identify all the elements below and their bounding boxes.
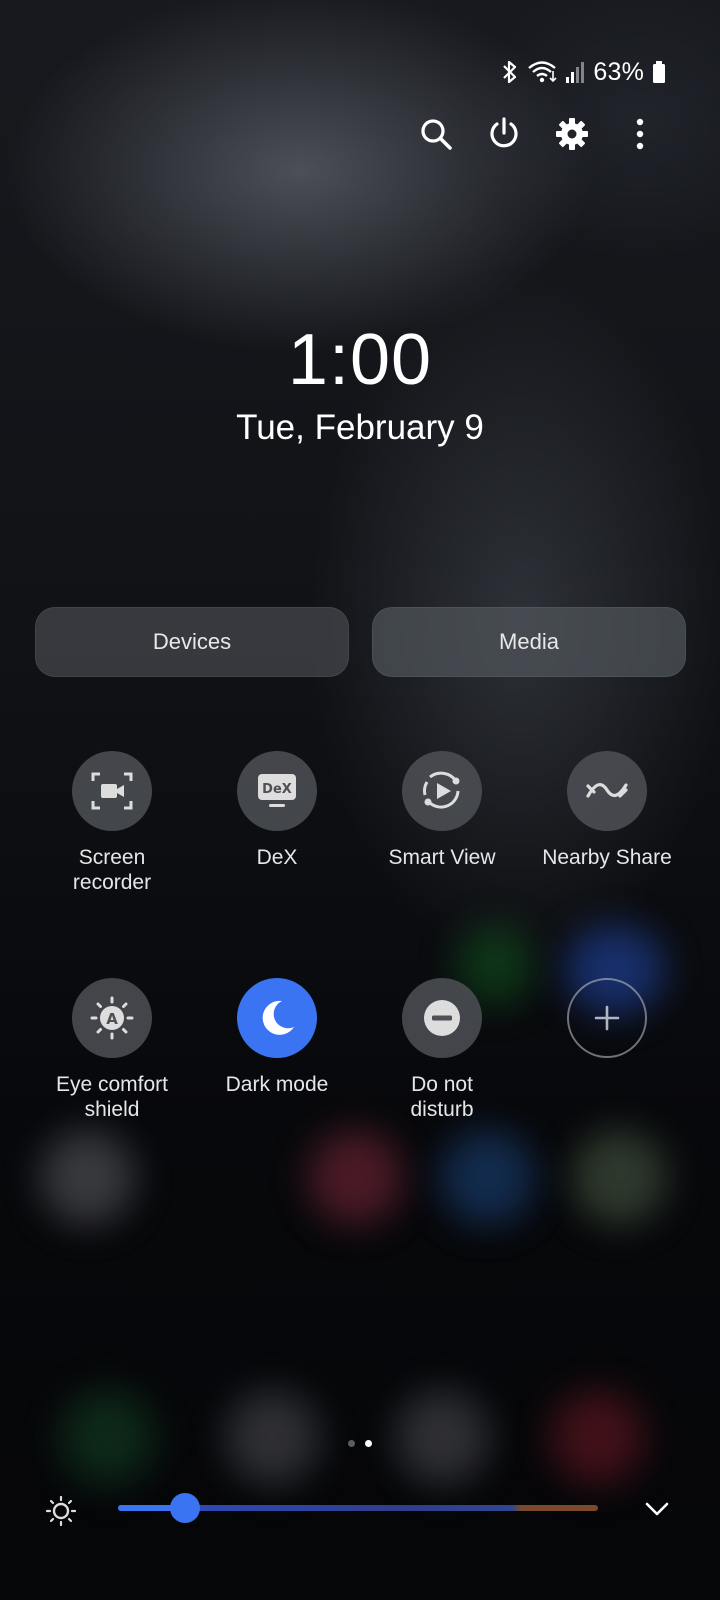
eye-comfort-icon: A — [72, 978, 152, 1058]
screen-recorder-icon — [72, 751, 152, 831]
clock-time: 1:00 — [287, 320, 433, 400]
tile-label: Nearby Share — [542, 846, 672, 869]
tile-do-not-disturb[interactable]: Do not disturb — [362, 978, 522, 1122]
nearby-share-icon — [567, 751, 647, 831]
bluetooth-icon — [501, 59, 519, 85]
do-not-disturb-icon — [402, 978, 482, 1058]
tile-label: Screen recorder — [72, 846, 152, 894]
tile-label: Do not disturb — [410, 1073, 474, 1121]
brightness-icon — [45, 1495, 77, 1527]
page-dot — [348, 1440, 355, 1447]
tile-dark-mode[interactable]: Dark mode — [197, 978, 357, 1097]
panel-actions — [414, 112, 676, 156]
gear-icon[interactable] — [550, 112, 594, 156]
tile-label: Smart View — [388, 846, 496, 869]
dex-icon: DeX — [237, 751, 317, 831]
tile-eye-comfort-shield[interactable]: A Eye comfort shield — [32, 978, 192, 1122]
more-vert-icon[interactable] — [618, 112, 662, 156]
tile-add[interactable] — [527, 978, 687, 1058]
battery-percentage: 63% — [593, 57, 644, 86]
add-icon — [567, 978, 647, 1058]
smart-view-icon — [402, 751, 482, 831]
wifi-icon — [527, 59, 557, 85]
devices-button[interactable]: Devices — [35, 607, 349, 677]
page-indicator — [348, 1440, 372, 1447]
search-icon[interactable] — [414, 112, 458, 156]
moon-icon — [237, 978, 317, 1058]
brightness-slider-thumb[interactable] — [170, 1493, 201, 1523]
clock-date: Tue, February 9 — [236, 408, 484, 447]
status-bar: 63% — [501, 52, 666, 92]
chevron-down-icon[interactable] — [642, 1494, 672, 1524]
power-icon[interactable] — [482, 112, 526, 156]
page-dot-current — [365, 1440, 372, 1447]
svg-text:DeX: DeX — [262, 782, 292, 797]
tile-label: Dark mode — [225, 1073, 329, 1096]
media-button[interactable]: Media — [372, 607, 686, 677]
tile-dex[interactable]: DeX DeX — [197, 751, 357, 870]
signal-icon — [565, 60, 585, 84]
svg-text:A: A — [106, 1010, 118, 1028]
tile-label: Eye comfort shield — [55, 1073, 169, 1121]
tile-smart-view[interactable]: Smart View — [362, 751, 522, 870]
tile-screen-recorder[interactable]: Screen recorder — [32, 751, 192, 895]
tile-nearby-share[interactable]: Nearby Share — [527, 751, 687, 870]
battery-icon — [652, 60, 666, 84]
tile-label: DeX — [256, 846, 298, 869]
